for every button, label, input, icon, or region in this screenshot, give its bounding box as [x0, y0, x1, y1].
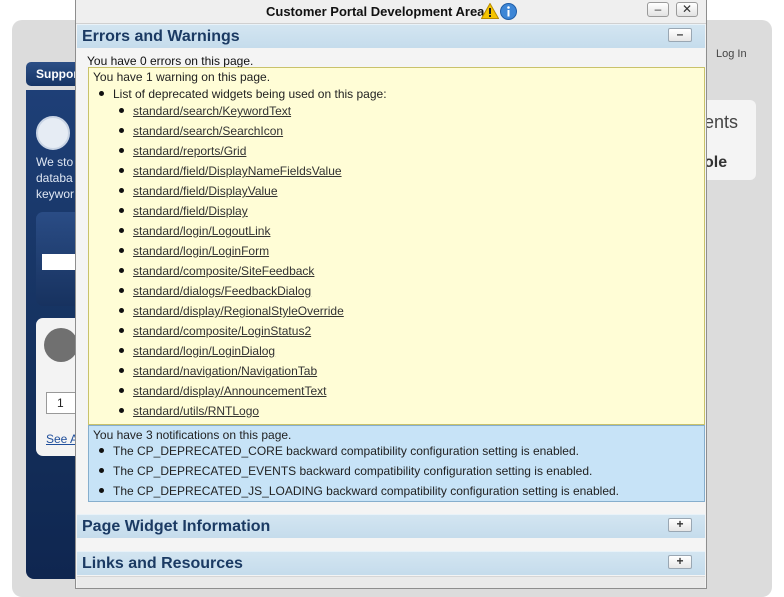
dialog-title: Customer Portal Development Area	[266, 4, 485, 19]
list-item: standard/reports/Grid	[119, 144, 344, 164]
list-item: standard/field/DisplayNameFieldsValue	[119, 164, 344, 184]
notification-list: The CP_DEPRECATED_CORE backward compatib…	[99, 444, 619, 504]
bullet	[119, 408, 124, 414]
list-item: The CP_DEPRECATED_CORE backward compatib…	[99, 444, 619, 464]
widget-link[interactable]: standard/navigation/NavigationTab	[133, 364, 317, 378]
widget-link[interactable]: standard/composite/SiteFeedback	[133, 264, 314, 278]
bullet	[119, 188, 124, 194]
lightbulb-hand-icon	[36, 116, 70, 150]
background-right-subheading: ole	[704, 154, 728, 171]
list-item: standard/display/RegionalStyleOverride	[119, 304, 344, 324]
bullet	[99, 448, 104, 454]
bullet	[119, 148, 124, 154]
bullet	[119, 368, 124, 374]
widget-link[interactable]: standard/display/AnnouncementText	[133, 384, 326, 398]
bullet	[119, 248, 124, 254]
errors-warnings-header[interactable]: Errors and Warnings –	[77, 24, 705, 48]
notification-text: The CP_DEPRECATED_JS_LOADING backward co…	[113, 484, 620, 498]
bullet	[99, 468, 104, 474]
list-item: standard/dialogs/FeedbackDialog	[119, 284, 344, 304]
bullet	[119, 328, 124, 334]
list-item: The CP_DEPRECATED_EVENTS backward compat…	[99, 464, 619, 484]
bullet	[99, 488, 104, 494]
list-item: standard/field/Display	[119, 204, 344, 224]
bullet	[119, 288, 124, 294]
deprecated-heading-text: List of deprecated widgets being used on…	[113, 87, 387, 101]
bullet	[99, 91, 104, 97]
bullet	[119, 128, 124, 134]
background-text-line: databa	[36, 171, 73, 185]
minimize-button[interactable]: –	[647, 2, 669, 17]
list-item: The CP_DEPRECATED_JS_LOADING backward co…	[99, 484, 619, 504]
see-all-link[interactable]: See A	[46, 432, 76, 446]
background-text-line: keywor	[36, 187, 75, 201]
links-resources-title: Links and Resources	[82, 555, 243, 572]
list-item: standard/display/AnnouncementText	[119, 384, 344, 404]
expand-links-button[interactable]: +	[668, 555, 692, 569]
close-button[interactable]: ✕	[676, 2, 698, 17]
bullet	[119, 208, 124, 214]
list-item: standard/navigation/NavigationTab	[119, 364, 344, 384]
widget-link[interactable]: standard/search/SearchIcon	[133, 124, 283, 138]
widget-link[interactable]: standard/field/Display	[133, 204, 248, 218]
dialog-bottom-strip	[77, 576, 705, 588]
list-item: standard/login/LogoutLink	[119, 224, 344, 244]
widget-link[interactable]: standard/login/LoginDialog	[133, 344, 275, 358]
list-item: standard/composite/SiteFeedback	[119, 264, 344, 284]
warnings-summary: You have 1 warning on this page.	[93, 70, 271, 84]
info-circle-icon[interactable]	[500, 3, 517, 20]
bullet	[119, 308, 124, 314]
widget-link[interactable]: standard/reports/Grid	[133, 144, 246, 158]
warning-triangle-icon[interactable]	[481, 3, 499, 19]
bullet	[119, 168, 124, 174]
background-right-heading: ents	[704, 112, 739, 132]
list-item: standard/search/KeywordText	[119, 104, 344, 124]
deprecated-widget-list: standard/search/KeywordText standard/sea…	[119, 104, 344, 424]
widget-link[interactable]: standard/login/LoginForm	[133, 244, 269, 258]
notifications-summary: You have 3 notifications on this page.	[93, 428, 292, 442]
list-item: standard/search/SearchIcon	[119, 124, 344, 144]
background-search-input[interactable]	[42, 254, 76, 270]
notifications-box: You have 3 notifications on this page. T…	[88, 425, 705, 502]
collapse-errors-button[interactable]: –	[668, 28, 692, 42]
widget-link[interactable]: standard/login/LogoutLink	[133, 224, 270, 238]
list-item: standard/utils/RNTLogo	[119, 404, 344, 424]
notification-text: The CP_DEPRECATED_EVENTS backward compat…	[113, 464, 593, 478]
list-item: standard/login/LoginDialog	[119, 344, 344, 364]
bullet	[119, 388, 124, 394]
links-resources-header[interactable]: Links and Resources +	[77, 551, 705, 575]
errors-summary: You have 0 errors on this page.	[87, 54, 254, 68]
background-description: We sto databa keywor	[36, 154, 74, 202]
notification-text: The CP_DEPRECATED_CORE backward compatib…	[113, 444, 579, 458]
widget-link[interactable]: standard/dialogs/FeedbackDialog	[133, 284, 311, 298]
lightbulb-icon	[44, 328, 78, 362]
deprecated-widgets-heading: List of deprecated widgets being used on…	[99, 87, 387, 101]
background-number-input[interactable]: 1	[46, 392, 76, 414]
expand-widget-info-button[interactable]: +	[668, 518, 692, 532]
page-widget-info-title: Page Widget Information	[82, 518, 271, 535]
widget-link[interactable]: standard/utils/RNTLogo	[133, 404, 259, 418]
bullet	[119, 268, 124, 274]
warnings-box: You have 1 warning on this page. List of…	[88, 67, 705, 425]
dialog-titlebar[interactable]: Customer Portal Development Area – ✕	[76, 0, 706, 24]
widget-link[interactable]: standard/display/RegionalStyleOverride	[133, 304, 344, 318]
login-link[interactable]: Log In	[716, 48, 747, 60]
bullet	[119, 228, 124, 234]
errors-warnings-title: Errors and Warnings	[82, 28, 240, 45]
development-area-dialog: Customer Portal Development Area – ✕ Err…	[75, 0, 707, 589]
bullet	[119, 348, 124, 354]
widget-link[interactable]: standard/field/DisplayValue	[133, 184, 278, 198]
background-text-line: We sto	[36, 155, 74, 169]
bullet	[119, 108, 124, 114]
list-item: standard/login/LoginForm	[119, 244, 344, 264]
page-widget-info-header[interactable]: Page Widget Information +	[77, 514, 705, 538]
widget-link[interactable]: standard/field/DisplayNameFieldsValue	[133, 164, 342, 178]
list-item: standard/composite/LoginStatus2	[119, 324, 344, 344]
widget-link[interactable]: standard/search/KeywordText	[133, 104, 291, 118]
list-item: standard/field/DisplayValue	[119, 184, 344, 204]
widget-link[interactable]: standard/composite/LoginStatus2	[133, 324, 311, 338]
